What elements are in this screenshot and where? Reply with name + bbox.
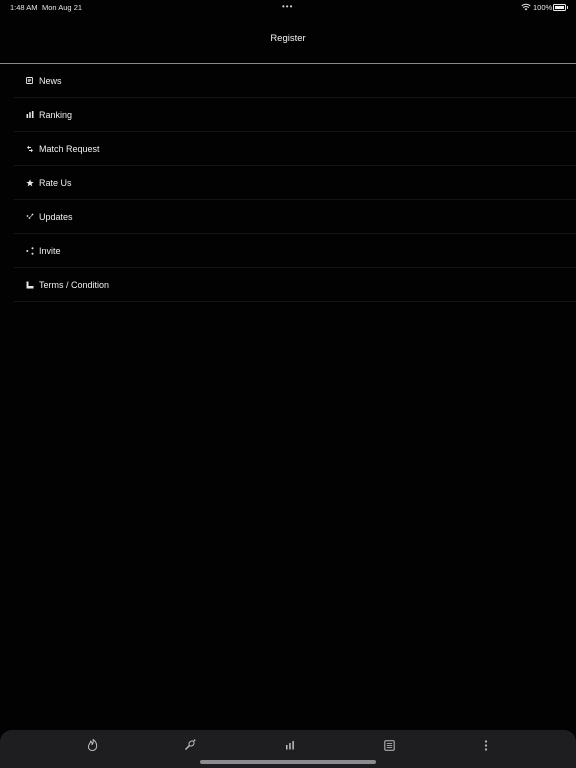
swap-icon <box>25 144 34 153</box>
menu-item-ranking[interactable]: Ranking <box>14 98 576 132</box>
refresh-icon <box>25 212 34 221</box>
star-icon <box>25 178 34 187</box>
more-vertical-icon[interactable] <box>479 738 493 752</box>
menu-item-label: Invite <box>39 246 61 256</box>
menu-item-invite[interactable]: Invite <box>14 234 576 268</box>
menu-item-label: Ranking <box>39 110 73 120</box>
news-icon[interactable] <box>382 738 396 752</box>
status-time: 1:48 AM <box>10 3 38 12</box>
status-bar: 1:48 AM Mon Aug 21 ••• 100% <box>0 0 576 14</box>
multitask-dots-icon[interactable]: ••• <box>282 2 293 11</box>
battery-percent: 100% <box>533 3 553 12</box>
status-date: Mon Aug 21 <box>42 3 83 12</box>
battery-icon <box>553 4 568 11</box>
app-screen: 1:48 AM Mon Aug 21 ••• 100% Register New… <box>0 0 576 768</box>
menu-item-label: Rate Us <box>39 178 72 188</box>
menu-item-match-request[interactable]: Match Request <box>14 132 576 166</box>
wifi-icon <box>521 3 531 11</box>
menu-item-rate-us[interactable]: Rate Us <box>14 166 576 200</box>
share-icon <box>25 246 34 255</box>
menu-item-label: News <box>39 76 62 86</box>
racket-icon[interactable] <box>183 738 197 752</box>
menu-list: News Ranking Match Request Rate Us Updat… <box>0 64 576 302</box>
newspaper-icon <box>25 76 34 85</box>
chart-document-icon <box>25 280 34 289</box>
menu-item-terms-condition[interactable]: Terms / Condition <box>14 268 576 302</box>
page-title: Register <box>270 33 306 44</box>
home-indicator[interactable] <box>200 760 376 764</box>
bar-chart-icon <box>25 110 34 119</box>
menu-item-updates[interactable]: Updates <box>14 200 576 234</box>
menu-item-label: Terms / Condition <box>39 280 110 290</box>
menu-item-label: Updates <box>39 212 73 222</box>
menu-item-label: Match Request <box>39 144 100 154</box>
fire-icon[interactable] <box>85 738 99 752</box>
navigation-bar: Register <box>0 14 576 64</box>
menu-item-news[interactable]: News <box>14 64 576 98</box>
bar-chart-icon[interactable] <box>283 738 297 752</box>
